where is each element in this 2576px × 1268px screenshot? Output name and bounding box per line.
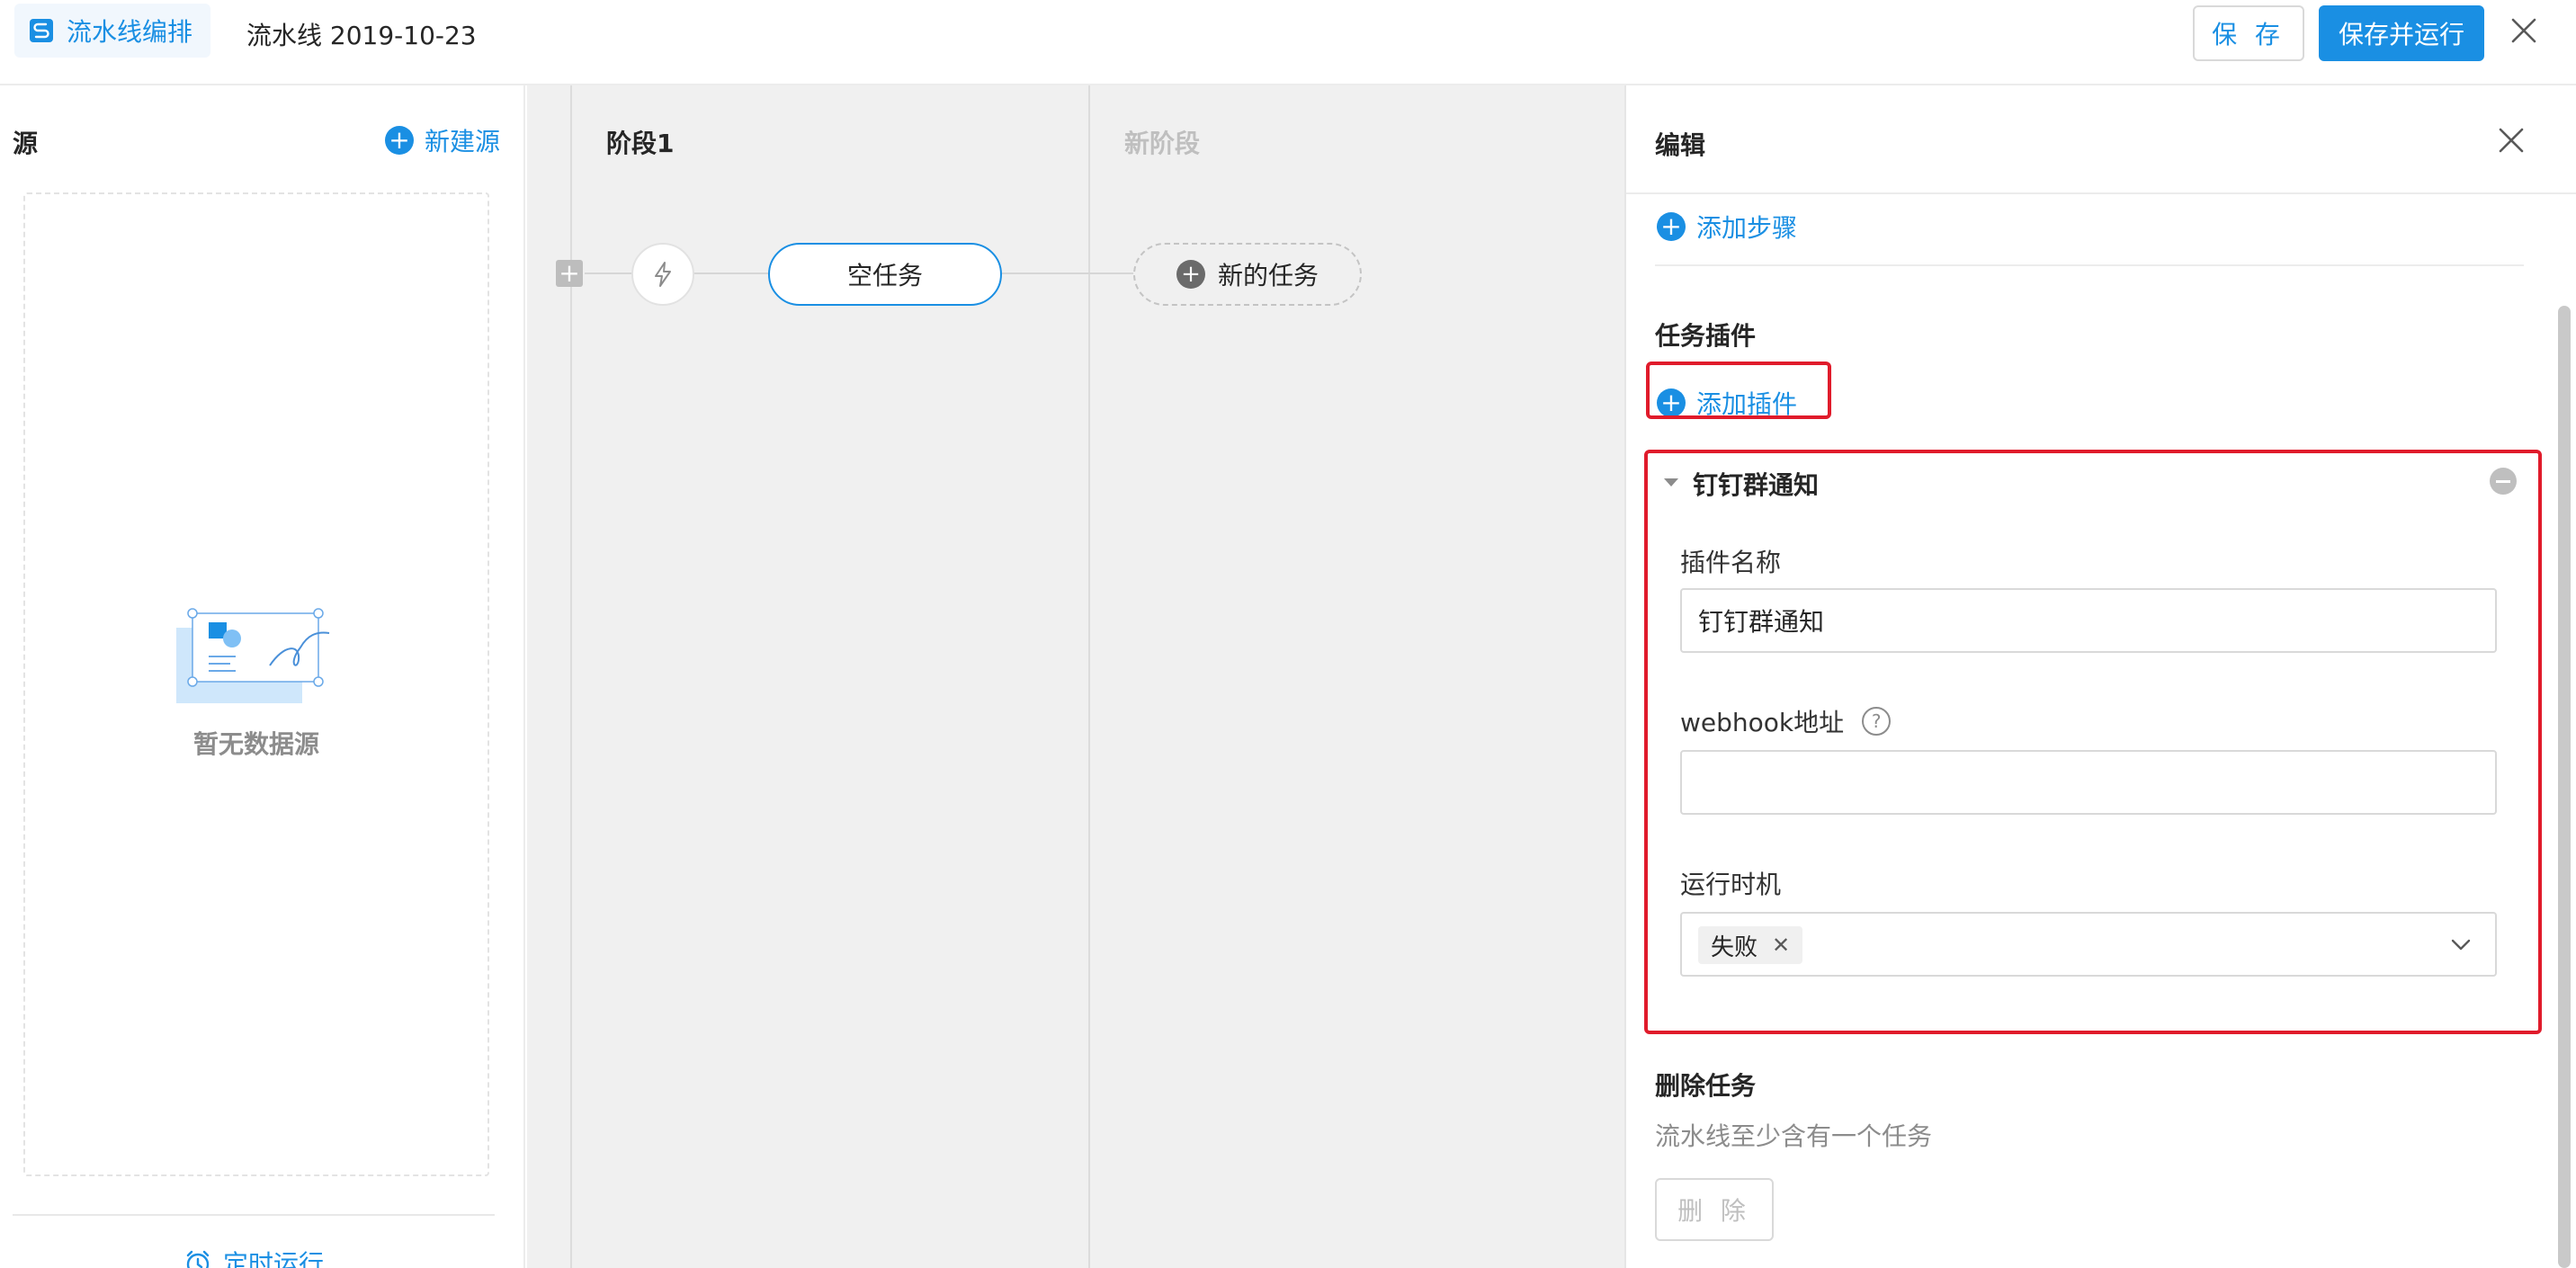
add-step-button[interactable]: + 添加步骤	[1657, 209, 1797, 245]
divider	[13, 1214, 495, 1216]
alarm-clock-icon	[186, 1250, 210, 1268]
new-source-label: 新建源	[425, 127, 501, 156]
lightning-icon	[655, 262, 671, 287]
new-task-label: 新的任务	[1217, 261, 1319, 290]
delete-button[interactable]: 删 除	[1655, 1178, 1774, 1241]
close-icon[interactable]	[2509, 16, 2538, 45]
scrollbar[interactable]	[2558, 306, 2571, 1268]
empty-data-illustration	[176, 608, 330, 703]
new-stage-title[interactable]: 新阶段	[1124, 124, 1200, 160]
source-panel-title: 源	[13, 129, 39, 158]
empty-source-text: 暂无数据源	[192, 729, 319, 759]
trigger-node[interactable]	[631, 243, 694, 306]
tab-pipeline-orchestration[interactable]: 流水线编排	[14, 4, 210, 58]
schedule-run-button[interactable]: 定时运行	[183, 1245, 324, 1268]
empty-task-node[interactable]: 空任务	[768, 243, 1002, 306]
add-stage-button[interactable]: +	[556, 260, 583, 287]
pipeline-title: 流水线 2019-10-23	[246, 21, 477, 50]
task-plugins-title: 任务插件	[1655, 321, 1757, 351]
delete-task-title: 删除任务	[1655, 1071, 1757, 1101]
add-step-label: 添加步骤	[1696, 213, 1798, 243]
edit-panel-title: 编辑	[1655, 130, 1706, 160]
pipeline-icon	[30, 19, 53, 42]
divider	[1655, 264, 2524, 266]
save-and-run-button[interactable]: 保存并运行	[2319, 5, 2484, 61]
plus-circle-icon: +	[1176, 260, 1205, 289]
new-source-button[interactable]: + 新建源	[385, 122, 500, 158]
stage-1-title[interactable]: 阶段1	[606, 124, 674, 160]
close-icon[interactable]	[2497, 126, 2526, 155]
highlight-box-add-plugin	[1646, 362, 1831, 419]
stage-column-divider	[1088, 85, 1090, 1268]
highlight-box-plugin-form	[1644, 450, 2542, 1034]
save-button[interactable]: 保 存	[2193, 5, 2304, 61]
delete-task-description: 流水线至少含有一个任务	[1655, 1121, 1933, 1151]
schedule-run-label: 定时运行	[223, 1249, 325, 1268]
new-task-button[interactable]: + 新的任务	[1133, 243, 1362, 306]
plus-circle-icon: +	[1657, 212, 1686, 241]
divider	[1626, 192, 2576, 194]
plus-circle-icon: +	[385, 126, 414, 155]
tab-label: 流水线编排	[67, 17, 193, 47]
